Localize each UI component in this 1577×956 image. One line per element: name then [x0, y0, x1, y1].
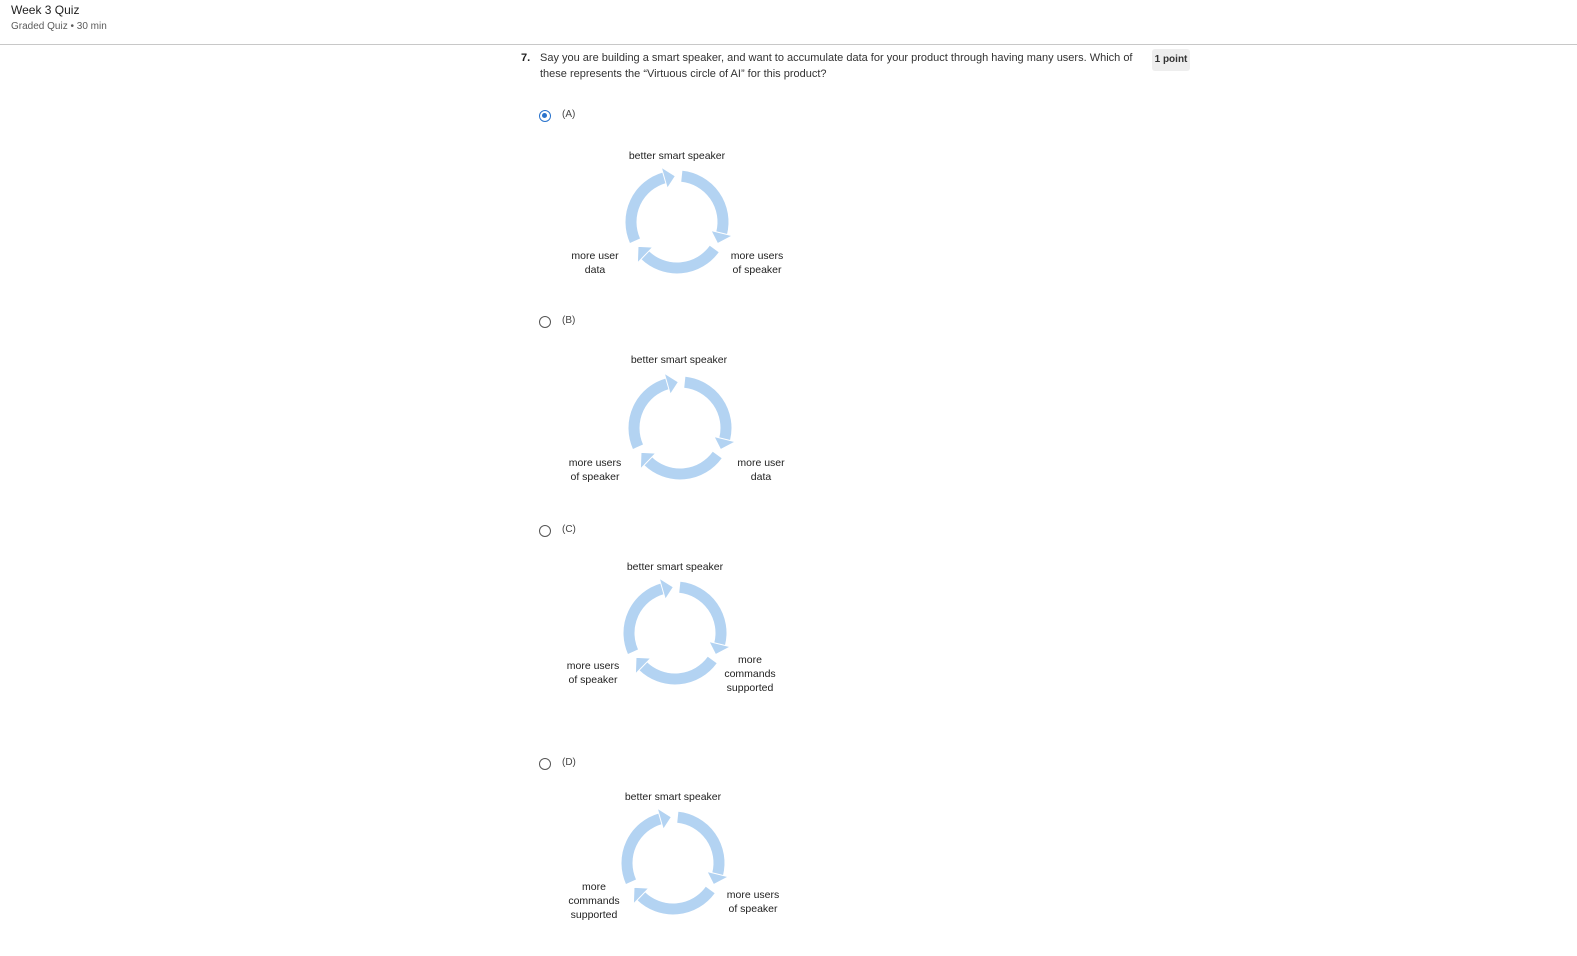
cycle-arc-1 [621, 813, 663, 884]
virtuous-cycle-diagram-b [628, 372, 737, 480]
cycle-arc-3 [637, 886, 715, 915]
virtuous-cycle-diagram-d [621, 807, 730, 915]
virtuous-cycle-diagram-c [623, 577, 732, 685]
quiz-header: Week 3 Quiz Graded Quiz • 30 min [0, 0, 1577, 45]
points-badge: 1 point [1152, 49, 1190, 71]
cycle-arc-2 [683, 376, 732, 441]
answer-option-b[interactable]: (B) better smart speaker more users of s… [538, 314, 838, 514]
cycle-arc-2 [680, 170, 729, 235]
question-text: Say you are building a smart speaker, an… [540, 52, 1133, 80]
answer-option-d[interactable]: (D) better smart speaker more commands s… [538, 756, 838, 956]
cycle-arc-2 [676, 811, 725, 876]
cycle-arc-2 [678, 581, 727, 646]
quiz-title: Week 3 Quiz [11, 3, 80, 17]
quiz-subtitle: Graded Quiz • 30 min [11, 21, 107, 32]
cycle-arc-1 [623, 583, 665, 654]
answer-option-a[interactable]: (A) better smart speaker more user data … [538, 108, 838, 308]
cycle-arc-3 [639, 656, 717, 685]
cycle-arc-1 [628, 378, 670, 449]
answer-option-c[interactable]: (C) better smart speaker more users of s… [538, 523, 838, 723]
virtuous-cycle-diagram-a [625, 166, 734, 274]
cycle-arc-3 [644, 451, 722, 480]
cycle-arc-3 [641, 245, 719, 274]
question-number: 7. [521, 52, 531, 64]
cycle-arc-1 [625, 172, 667, 243]
